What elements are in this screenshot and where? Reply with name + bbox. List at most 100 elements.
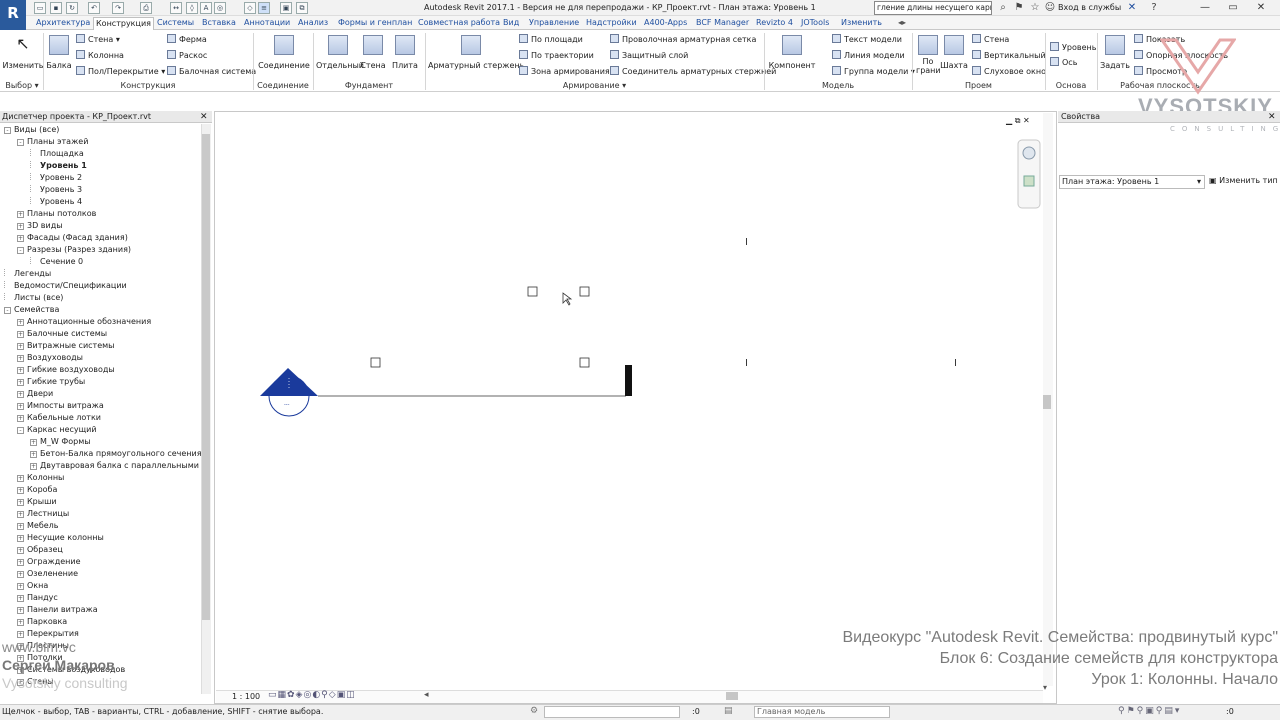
- tree-item[interactable]: + Воздуховоды: [0, 352, 201, 364]
- properties-close-icon[interactable]: ✕: [1268, 112, 1276, 122]
- tree-item[interactable]: + Балочные системы: [0, 328, 201, 340]
- wall-foundation-button[interactable]: Стена: [360, 33, 386, 83]
- panel-title-structure[interactable]: Конструкция: [44, 80, 252, 92]
- drawing-marker[interactable]: [527, 286, 538, 297]
- beam-button[interactable]: Балка: [44, 33, 74, 83]
- maximize-icon[interactable]: ▭: [1222, 0, 1244, 16]
- grid-button[interactable]: Ось: [1050, 56, 1077, 69]
- view-cube-nav[interactable]: [1017, 139, 1041, 209]
- tree-item[interactable]: + Лестницы: [0, 508, 201, 520]
- floor-button[interactable]: Пол/Перекрытие ▾: [76, 65, 165, 78]
- tag-icon[interactable]: ◊: [186, 2, 198, 14]
- search-input[interactable]: гление длины несущего каркаса: [874, 1, 992, 15]
- help-icon[interactable]: ?: [1148, 2, 1160, 14]
- tree-item[interactable]: + Бетон-Балка прямоугольного сечения: [0, 448, 201, 460]
- expand-icon[interactable]: +: [17, 355, 24, 362]
- exchange-icon[interactable]: ✕: [1126, 2, 1138, 14]
- expand-icon[interactable]: +: [30, 439, 37, 446]
- tree-item[interactable]: Сечение 0: [0, 256, 201, 268]
- view-control-icons[interactable]: ▭▦✿◈◎◐⚲◇▣◫: [268, 690, 356, 700]
- expand-icon[interactable]: +: [17, 475, 24, 482]
- brace-button[interactable]: Раскос: [167, 49, 207, 62]
- expand-icon[interactable]: +: [17, 535, 24, 542]
- tab-structure[interactable]: Конструкция: [93, 17, 154, 30]
- tree-item[interactable]: + Витражные системы: [0, 340, 201, 352]
- properties-type-select[interactable]: План этажа: Уровень 1 ▾: [1059, 175, 1205, 189]
- app-menu-button[interactable]: R: [0, 0, 26, 30]
- modify-button[interactable]: ↖ Изменить: [2, 33, 44, 83]
- tree-item[interactable]: Уровень 3: [0, 184, 201, 196]
- drawing-area[interactable]: I I I ---: [216, 113, 1043, 686]
- isolated-foundation-button[interactable]: Отдельный: [316, 33, 364, 83]
- tree-item[interactable]: + Окна: [0, 580, 201, 592]
- level-end-handle[interactable]: [625, 365, 632, 396]
- binoculars-icon[interactable]: ⌕: [997, 2, 1009, 14]
- tree-item[interactable]: +3D виды: [0, 220, 201, 232]
- wall-button[interactable]: Стена ▾: [76, 33, 120, 46]
- expand-icon[interactable]: +: [30, 463, 37, 470]
- tab-systems[interactable]: Системы: [155, 17, 196, 30]
- expand-icon[interactable]: +: [17, 211, 24, 218]
- expand-icon[interactable]: +: [17, 403, 24, 410]
- expand-icon[interactable]: +: [17, 595, 24, 602]
- collapse-icon[interactable]: -: [4, 127, 11, 134]
- collapse-icon[interactable]: -: [17, 427, 24, 434]
- expand-icon[interactable]: +: [17, 223, 24, 230]
- shaft-button[interactable]: Шахта: [940, 33, 968, 83]
- tab-jotools[interactable]: JOTools: [799, 17, 831, 30]
- tree-item[interactable]: + Короба: [0, 484, 201, 496]
- tree-item[interactable]: - Разрезы (Разрез здания): [0, 244, 201, 256]
- tree-item[interactable]: + Колонны: [0, 472, 201, 484]
- selection-filter-icons[interactable]: ⚲⚑⚲▣⚲▤▾: [1118, 706, 1181, 716]
- print-icon[interactable]: ⎙: [140, 2, 152, 14]
- panel-title-reinforcement[interactable]: Армирование ▾: [426, 80, 763, 92]
- expand-icon[interactable]: +: [17, 607, 24, 614]
- tree-item[interactable]: + Панели витража: [0, 604, 201, 616]
- star-icon[interactable]: ☆: [1029, 2, 1041, 14]
- path-reinforcement-button[interactable]: По траектории: [519, 49, 594, 62]
- tab-collaborate[interactable]: Совместная работа: [416, 17, 502, 30]
- drawing-marker[interactable]: [579, 357, 590, 368]
- tree-item[interactable]: + Гибкие трубы: [0, 376, 201, 388]
- tab-revizto[interactable]: Revizto 4: [754, 17, 795, 30]
- model-line-button[interactable]: Линия модели: [832, 49, 905, 62]
- model-group-button[interactable]: Группа модели ▾: [832, 65, 915, 78]
- tab-analyze[interactable]: Анализ: [296, 17, 330, 30]
- expand-icon[interactable]: +: [17, 583, 24, 590]
- expand-icon[interactable]: +: [17, 415, 24, 422]
- panel-title-connection[interactable]: Соединение: [254, 80, 312, 92]
- expand-icon[interactable]: +: [17, 499, 24, 506]
- redo-icon[interactable]: ↷: [112, 2, 124, 14]
- expand-icon[interactable]: +: [17, 343, 24, 350]
- tree-item[interactable]: + Гибкие воздуховоды: [0, 364, 201, 376]
- sync-icon[interactable]: ↻: [66, 2, 78, 14]
- tree-item[interactable]: Листы (все): [0, 292, 201, 304]
- tree-item[interactable]: + Планы потолков: [0, 208, 201, 220]
- tab-massing[interactable]: Формы и генплан: [336, 17, 414, 30]
- project-browser-scroll-thumb[interactable]: [202, 134, 210, 620]
- canvas-horizontal-scroll-thumb[interactable]: [726, 692, 738, 700]
- tab-overflow-icon[interactable]: ◂▸: [896, 17, 908, 30]
- tree-item[interactable]: +Двутавровая балка с параллельными гран: [0, 460, 201, 472]
- dormer-button[interactable]: Слуховое окно: [972, 65, 1046, 78]
- tree-item[interactable]: - Каркас несущий: [0, 424, 201, 436]
- rebar-button[interactable]: Арматурный стержень: [428, 33, 524, 83]
- model-select[interactable]: Главная модель: [754, 706, 890, 718]
- tree-item[interactable]: + Крыши: [0, 496, 201, 508]
- tab-modify[interactable]: Изменить: [839, 17, 884, 30]
- expand-icon[interactable]: +: [17, 367, 24, 374]
- expand-icon[interactable]: +: [17, 523, 24, 530]
- connection-button[interactable]: Соединение: [258, 33, 310, 83]
- area-zone-button[interactable]: Зона армирования: [519, 65, 610, 78]
- expand-icon[interactable]: +: [17, 571, 24, 578]
- expand-icon[interactable]: +: [17, 379, 24, 386]
- set-workplane-button[interactable]: Задать: [1100, 33, 1130, 83]
- tree-item[interactable]: + Фасады (Фасад здания): [0, 232, 201, 244]
- view-scale[interactable]: 1 : 100: [232, 692, 260, 701]
- expand-icon[interactable]: +: [17, 511, 24, 518]
- expand-icon[interactable]: +: [17, 619, 24, 626]
- expand-icon[interactable]: +: [17, 235, 24, 242]
- collapse-icon[interactable]: -: [17, 247, 24, 254]
- by-face-button[interactable]: По грани: [916, 33, 941, 83]
- text-icon[interactable]: A: [200, 2, 212, 14]
